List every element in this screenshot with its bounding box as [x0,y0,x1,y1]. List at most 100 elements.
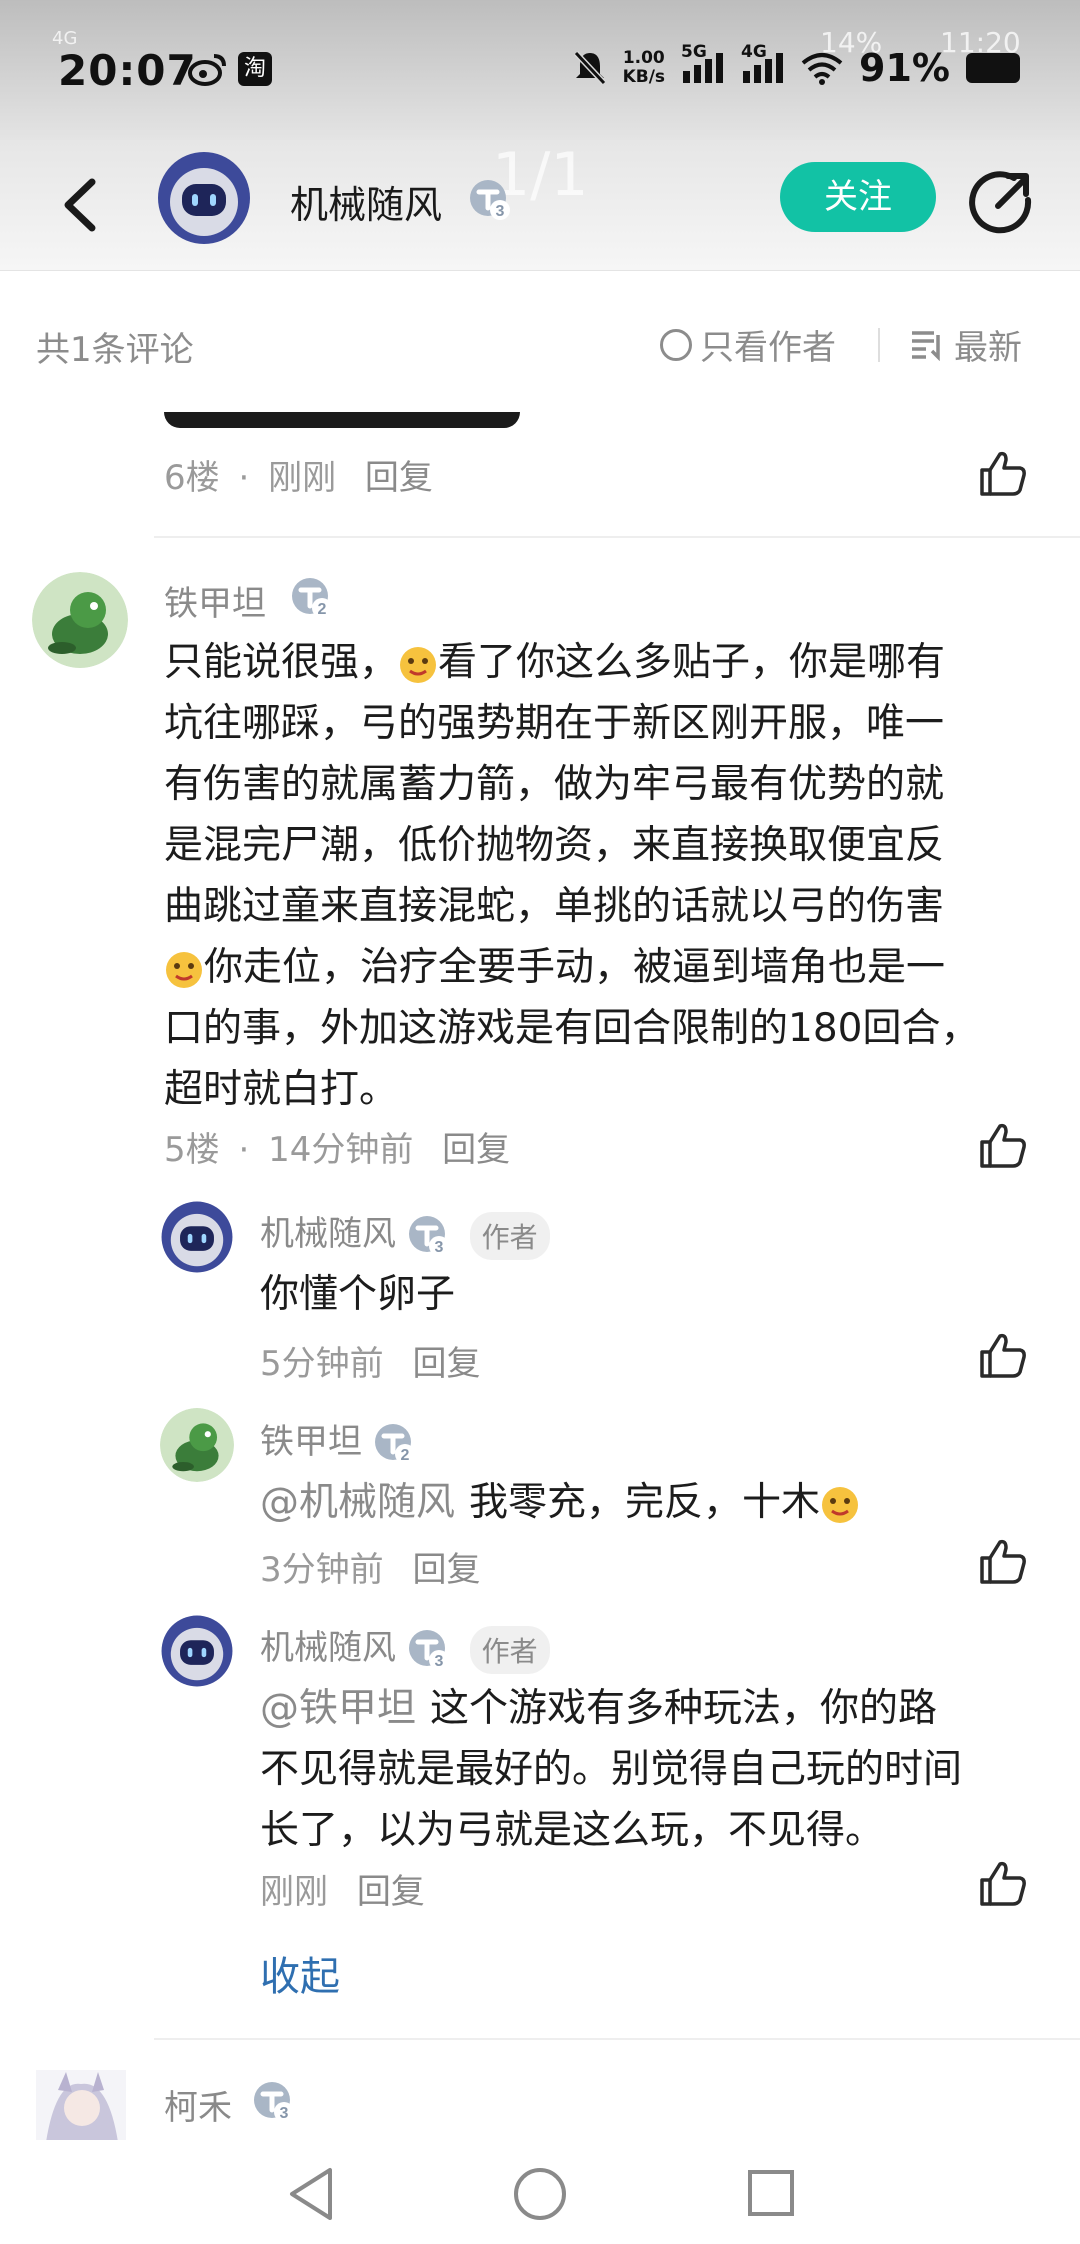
share-icon[interactable] [968,170,1034,236]
reply-body: @铁甲坦 这个游戏有多种玩法，你的路 不见得就是最好的。别觉得自己玩的时间 长了，… [260,1678,1040,1861]
network-4g-label: 4G [741,42,767,62]
post-image-thumbnail[interactable] [164,412,520,428]
nav-back-icon[interactable] [286,2166,336,2222]
level-badge-icon: 2 [292,578,332,618]
avatar[interactable] [32,572,128,668]
network-speed: 1.00 KB/s [622,48,666,87]
reply-line: 你懂个卵子 [260,1272,456,1317]
reply-button[interactable]: 回复 [412,1550,480,1590]
reply-username-row: 机械随风 3 作者 [260,1620,550,1674]
author-only-toggle[interactable]: 只看作者 [660,320,836,369]
svg-text:3: 3 [434,1239,443,1256]
reply-body: 你懂个卵子 [260,1264,455,1325]
thumbs-up-icon[interactable] [978,1536,1028,1586]
battery-icon [966,53,1020,83]
battery-percent: 91% [859,46,950,90]
reply-time: 5分钟前 [260,1344,384,1384]
level-badge-icon: 2 [374,1423,415,1464]
reply-line: @机械随风 我零充，完反，十木 [260,1472,860,1533]
reply-line: 长了，以为弓就是这么玩，不见得。 [260,1808,885,1853]
level-badge-icon: 3 [470,180,510,220]
level-badge-icon: 3 [254,2082,294,2122]
separator [154,2038,1080,2040]
comment-username[interactable]: 铁甲坦 [164,576,266,625]
reply-button[interactable]: 回复 [365,458,433,498]
level-badge-icon: 3 [408,1215,449,1256]
comment-line: 是混完尸潮，低价抛物资，来直接换取便宜反 [164,823,945,868]
svg-text:3: 3 [280,2105,289,2122]
network-5g-label: 5G [681,42,707,62]
mute-bell-icon [573,50,606,86]
nav-recents-icon[interactable] [746,2168,796,2218]
reply-username[interactable]: 机械随风 [260,1628,396,1668]
comment-line: 只能说很强， 看了你这么多贴子，你是哪有 [164,640,946,685]
reply-body: @机械随风 我零充，完反，十木 [260,1472,860,1533]
comment-line: 坑往哪踩，弓的强势期在于新区刚开服，唯一 [164,701,945,746]
mention-link[interactable]: @机械随风 [260,1480,455,1525]
mention-link[interactable]: @铁甲坦 [260,1686,416,1731]
sort-label: 最新 [954,328,1022,368]
wifi-icon [801,53,843,85]
thumbs-up-icon[interactable] [978,1120,1028,1170]
reply-meta: 5分钟前 回复 [260,1336,480,1385]
reply-meta: 3分钟前 回复 [260,1542,480,1591]
reply-time: 3分钟前 [260,1550,384,1590]
floor-number: 6楼 [164,458,220,498]
avatar[interactable] [156,150,252,246]
weibo-icon [188,54,226,86]
floor5-meta: 5楼 · 14分钟前 回复 [164,1130,511,1170]
comment-count-bar: 共1条评论 只看作者 最新 [0,290,1080,400]
avatar[interactable] [36,2070,126,2142]
top-header: 1/1 机械随风 3 关注 [0,140,1080,271]
comment-line: 曲跳过童来直接混蛇，单挑的话就以弓的伤害 [164,884,945,929]
level-badge-icon: 3 [408,1629,449,1670]
comment-count: 共1条评论 [36,330,194,370]
svg-text:2: 2 [318,601,327,618]
author-only-label: 只看作者 [700,328,836,368]
sort-list-icon [912,330,940,361]
comment-line: 超时就白打。 [164,1067,399,1112]
header-username[interactable]: 机械随风 [290,174,442,229]
avatar[interactable] [160,1614,234,1688]
reply-line: @铁甲坦 这个游戏有多种玩法，你的路 [260,1686,938,1731]
reply-username-row: 铁甲坦 2 [260,1414,417,1466]
thumbs-up-icon[interactable] [978,448,1028,498]
svg-text:3: 3 [496,203,505,220]
system-nav-bar [0,2140,1080,2244]
reply-button[interactable]: 回复 [412,1344,480,1384]
author-tag: 作者 [469,1625,550,1674]
emoji-icon [822,1486,859,1523]
svg-text:3: 3 [434,1653,443,1670]
reply-username[interactable]: 铁甲坦 [260,1422,362,1462]
floor-number: 5楼 [164,1130,220,1170]
thumbs-up-icon[interactable] [978,1330,1028,1380]
reply-username[interactable]: 机械随风 [260,1214,396,1254]
avatar[interactable] [160,1200,234,1274]
comment-username[interactable]: 柯禾 [164,2080,232,2129]
reply-line: 不见得就是最好的。别觉得自己玩的时间 [260,1747,963,1792]
floor6-meta: 6楼 · 刚刚 回复 [164,458,433,498]
comment-line: 你走位，治疗全要手动，被逼到墙角也是一 [164,937,1024,998]
circle-icon [660,328,692,361]
collapse-replies-button[interactable]: 收起 [260,1944,340,2002]
back-arrow-icon[interactable] [52,170,112,240]
separator [154,536,1080,538]
thumbs-up-icon[interactable] [978,1858,1028,1908]
reply-username-row: 机械随风 3 作者 [260,1206,550,1260]
follow-button[interactable]: 关注 [780,162,936,232]
status-time: 20:07 [58,46,197,95]
reply-time: 刚刚 [260,1872,328,1912]
reply-button[interactable]: 回复 [357,1872,425,1912]
comment-time: 14分钟前 [268,1130,414,1170]
emoji-icon [400,646,437,683]
author-tag: 作者 [469,1211,550,1260]
reply-button[interactable]: 回复 [442,1130,510,1170]
nav-home-icon[interactable] [512,2166,568,2222]
comment-line: 有伤害的就属蓄力箭，做为牢弓最有优势的就 [164,762,945,807]
svg-text:2: 2 [400,1447,409,1464]
avatar[interactable] [160,1408,234,1482]
comment-body: 只能说很强， 看了你这么多贴子，你是哪有 坑往哪踩，弓的强势期在于新区刚开服，唯一… [164,632,1024,1120]
reply-meta: 刚刚 回复 [260,1864,425,1913]
comment-time: 刚刚 [268,458,337,498]
sort-button[interactable]: 最新 [910,320,1022,369]
